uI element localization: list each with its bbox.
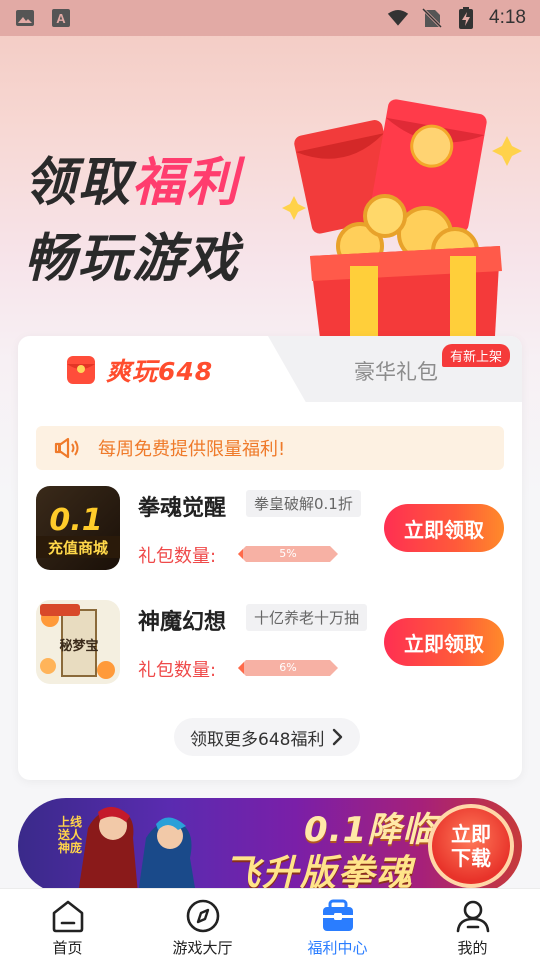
pack-count-label: 礼包数量:	[138, 546, 217, 567]
wifi-icon	[387, 7, 409, 29]
pack-progress-bar: 5%	[238, 546, 338, 562]
gift-box-illustration	[282, 99, 522, 348]
svg-text:A: A	[56, 11, 66, 26]
user-icon	[456, 900, 489, 933]
banner-line1-prefix: 领取	[24, 153, 133, 213]
no-sim-icon	[421, 7, 443, 29]
game-icon-text: 充值商城	[48, 539, 108, 557]
pack-progress-bar: 6%	[238, 660, 338, 676]
banner-line1: 领取福利	[24, 140, 240, 215]
promo-small-text: 上线送人神庞	[58, 815, 83, 855]
nav-welfare-label: 福利中心	[307, 939, 368, 957]
pack-count-label: 礼包数量:	[138, 660, 217, 681]
nav-mine[interactable]: 我的	[405, 889, 540, 960]
welfare-card: 爽玩648 豪华礼包 有新上架 每周免费提供限量福利! 0.1 充值商城 拳魂觉…	[18, 336, 522, 780]
tab-bar: 爽玩648 豪华礼包 有新上架	[18, 336, 522, 406]
game-icon-shenmo[interactable]: 秘梦宝	[36, 600, 120, 684]
compass-icon	[186, 899, 219, 933]
speaker-icon	[54, 437, 79, 459]
more-welfare-label: 领取更多648福利	[190, 729, 325, 750]
claim-button[interactable]: 立即领取	[384, 504, 504, 552]
nav-game-hall-label: 游戏大厅	[172, 939, 233, 957]
nav-mine-label: 我的	[457, 939, 488, 957]
promo-banner[interactable]: 上线送人神庞 0.1降临 飞升版拳魂 立即下载	[18, 798, 522, 894]
pack-progress-text: 5%	[279, 547, 297, 560]
banner-line1-highlight: 福利	[132, 153, 241, 213]
svg-text:0.1: 0.1	[49, 503, 102, 538]
font-icon: A	[50, 7, 72, 29]
battery-charging-icon	[455, 7, 477, 29]
notice-bar: 每周免费提供限量福利!	[36, 426, 504, 470]
red-envelope-icon	[67, 356, 95, 384]
game-tag: 拳皇破解0.1折	[246, 490, 361, 517]
game-row: 0.1 充值商城 拳魂觉醒 拳皇破解0.1折 礼包数量: 5% 立即领取	[36, 486, 506, 576]
status-bar: A 4:18	[0, 0, 540, 36]
new-arrival-badge: 有新上架	[442, 344, 511, 367]
nav-welfare[interactable]: 福利中心	[270, 889, 405, 960]
nav-home-label: 首页	[52, 939, 83, 957]
more-welfare-button[interactable]: 领取更多648福利	[174, 718, 361, 756]
gallery-icon	[14, 7, 36, 29]
pack-progress-text: 6%	[279, 661, 297, 674]
notice-text: 每周免费提供限量福利!	[98, 439, 286, 460]
promo-download-button[interactable]: 立即下载	[428, 804, 514, 888]
game-tag: 十亿养老十万抽	[246, 604, 368, 631]
status-time: 4:18	[489, 7, 526, 28]
game-name[interactable]: 神魔幻想	[138, 604, 226, 636]
nav-home[interactable]: 首页	[0, 889, 135, 960]
game-icon-quanhun[interactable]: 0.1 充值商城	[36, 486, 120, 570]
game-icon-text: 秘梦宝	[59, 638, 98, 654]
hero-banner: 领取福利 畅玩游戏	[0, 36, 540, 348]
promo-download-label: 立即下载	[451, 822, 491, 870]
home-icon	[52, 900, 83, 933]
tab-648-label: 爽玩648	[106, 357, 214, 386]
claim-button[interactable]: 立即领取	[384, 618, 504, 666]
promo-title-2: 飞升版拳魂	[224, 853, 415, 894]
chevron-right-icon	[333, 728, 343, 746]
tab-648[interactable]: 爽玩648	[66, 352, 213, 388]
fighter-artwork	[78, 806, 196, 894]
bottom-nav: 首页 游戏大厅 福利中心 我的	[0, 888, 540, 960]
nav-game-hall[interactable]: 游戏大厅	[135, 889, 270, 960]
welfare-box-icon	[322, 899, 353, 931]
banner-line2: 畅玩游戏	[24, 229, 241, 289]
tab-luxury-pack-label[interactable]: 豪华礼包	[354, 356, 438, 386]
game-row: 秘梦宝 神魔幻想 十亿养老十万抽 礼包数量: 6% 立即领取	[36, 600, 506, 690]
game-name[interactable]: 拳魂觉醒	[138, 490, 226, 522]
